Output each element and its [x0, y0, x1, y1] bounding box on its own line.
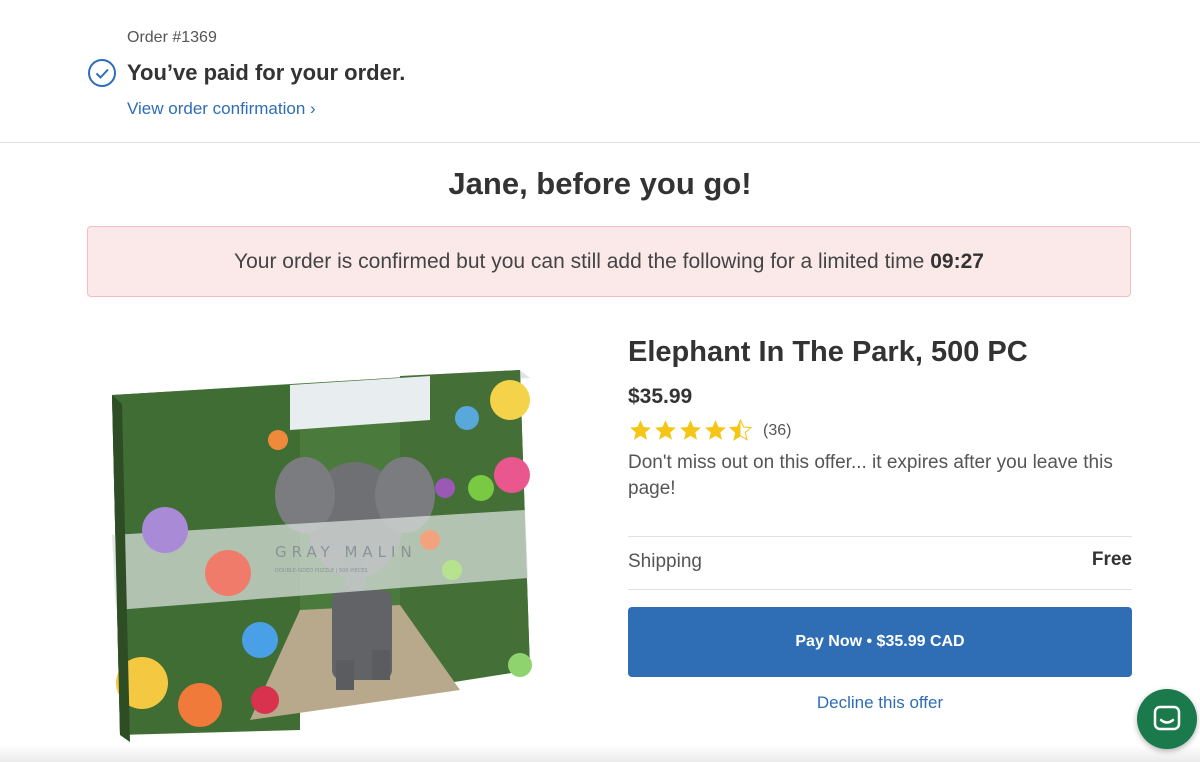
product-title: Elephant In The Park, 500 PC — [628, 336, 1028, 368]
banner-message: Your order is confirmed but you can stil… — [234, 249, 925, 273]
star-icon — [680, 420, 701, 440]
chat-button[interactable] — [1137, 689, 1197, 749]
decline-offer-link[interactable]: Decline this offer — [628, 693, 1132, 713]
product-price: $35.99 — [628, 385, 693, 408]
greeting-title: Jane, before you go! — [448, 166, 752, 201]
check-circle-icon — [88, 59, 116, 87]
divider — [628, 589, 1132, 590]
shipping-value: Free — [1091, 549, 1132, 570]
paid-title: You’ve paid for your order. — [127, 60, 406, 85]
order-status-header: Order #1369 You’ve paid for your order. … — [0, 0, 1200, 143]
divider — [628, 536, 1132, 537]
rating-stars: (36) — [628, 418, 791, 443]
shipping-label: Shipping — [628, 551, 702, 572]
chat-icon — [1153, 705, 1181, 731]
countdown-timer: 09:27 — [930, 249, 984, 273]
star-icon — [655, 420, 676, 440]
star-icon — [705, 420, 726, 440]
half-star-icon — [728, 418, 753, 441]
view-order-confirmation-link[interactable]: View order confirmation › — [127, 99, 316, 119]
order-number: Order #1369 — [127, 29, 217, 46]
box-brand-text: GRAY MALIN — [275, 543, 417, 561]
offer-text: Don't miss out on this offer... it expir… — [628, 452, 1113, 499]
box-caption-text: DOUBLE-SIDED PUZZLE | 500 PIECES — [275, 568, 368, 574]
star-icon — [630, 420, 651, 440]
bottom-fade — [0, 745, 1200, 762]
review-count[interactable]: (36) — [763, 422, 791, 440]
limited-time-banner: Your order is confirmed but you can stil… — [87, 226, 1131, 297]
pay-now-button[interactable]: Pay Now • $35.99 CAD — [628, 607, 1132, 677]
product-image: GRAY MALIN DOUBLE-SIDED PUZZLE | 500 PIE… — [112, 370, 532, 742]
